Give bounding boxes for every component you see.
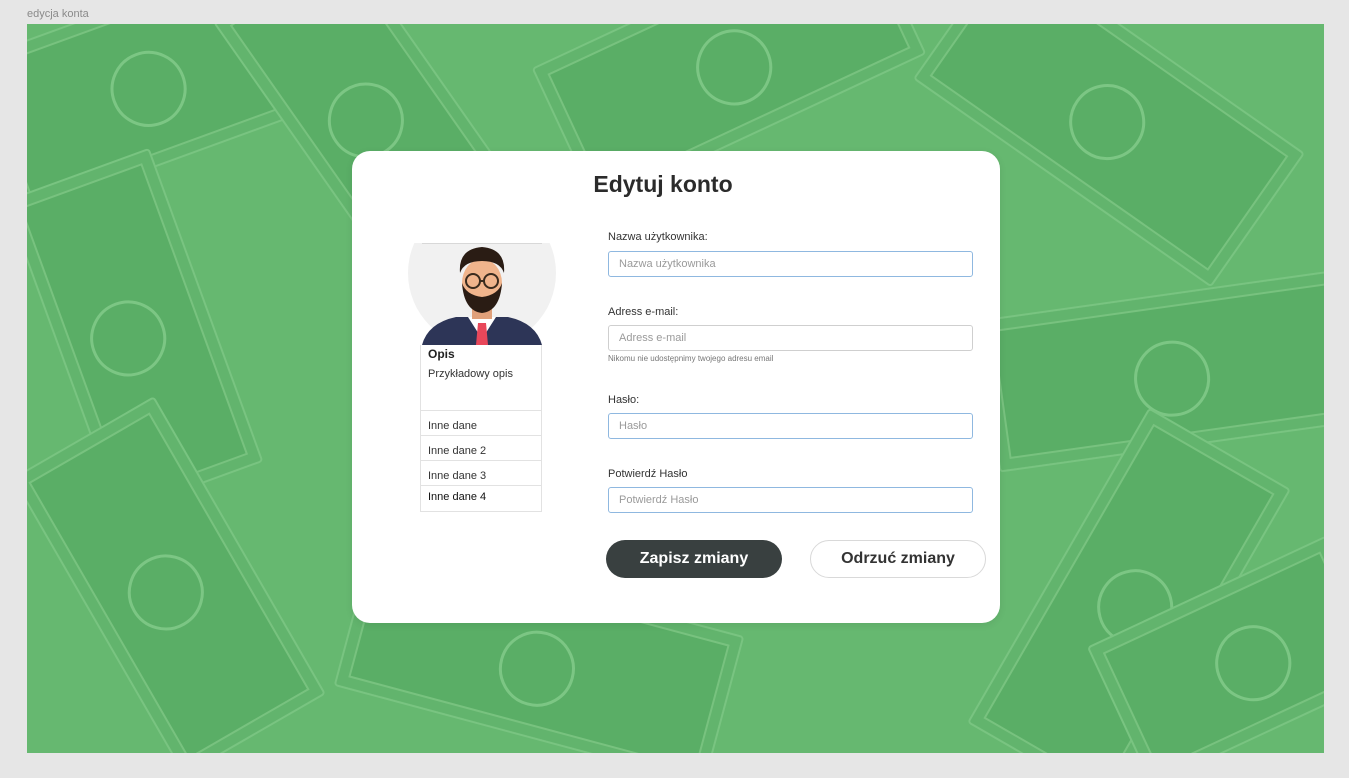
user-avatar-icon xyxy=(408,243,556,345)
profile-card: Opis Przykładowy opis Inne dane Inne dan… xyxy=(408,243,556,513)
description-block: Opis Przykładowy opis xyxy=(421,345,541,411)
username-input[interactable] xyxy=(608,251,973,277)
discard-changes-button[interactable]: Odrzuć zmiany xyxy=(810,540,986,578)
email-input[interactable] xyxy=(608,325,973,351)
list-item: Inne dane xyxy=(421,411,541,436)
list-item: Inne dane 4 xyxy=(428,491,487,503)
dollar-bill-decoration xyxy=(27,396,327,753)
edit-account-modal: Edytuj konto Opis Przykładowy opis Inne … xyxy=(352,151,1000,623)
description-text: Przykładowy opis xyxy=(428,368,513,380)
frame-label: edycja konta xyxy=(27,8,89,20)
save-changes-button[interactable]: Zapisz zmiany xyxy=(606,540,782,578)
confirm-password-input[interactable] xyxy=(608,487,973,513)
confirm-password-label: Potwierdź Hasło xyxy=(608,468,688,480)
username-label: Nazwa użytkownika: xyxy=(608,231,708,243)
email-hint: Nikomu nie udostępnimy twojego adresu em… xyxy=(608,354,774,363)
description-title: Opis xyxy=(428,347,455,361)
email-label: Adress e-mail: xyxy=(608,306,679,318)
list-item: Inne dane 3 xyxy=(421,461,541,486)
list-item: Inne dane 2 xyxy=(421,436,541,461)
modal-title: Edytuj konto xyxy=(593,171,733,197)
profile-details: Opis Przykładowy opis Inne dane Inne dan… xyxy=(420,345,542,512)
password-input[interactable] xyxy=(608,413,973,439)
password-label: Hasło: xyxy=(608,394,640,406)
